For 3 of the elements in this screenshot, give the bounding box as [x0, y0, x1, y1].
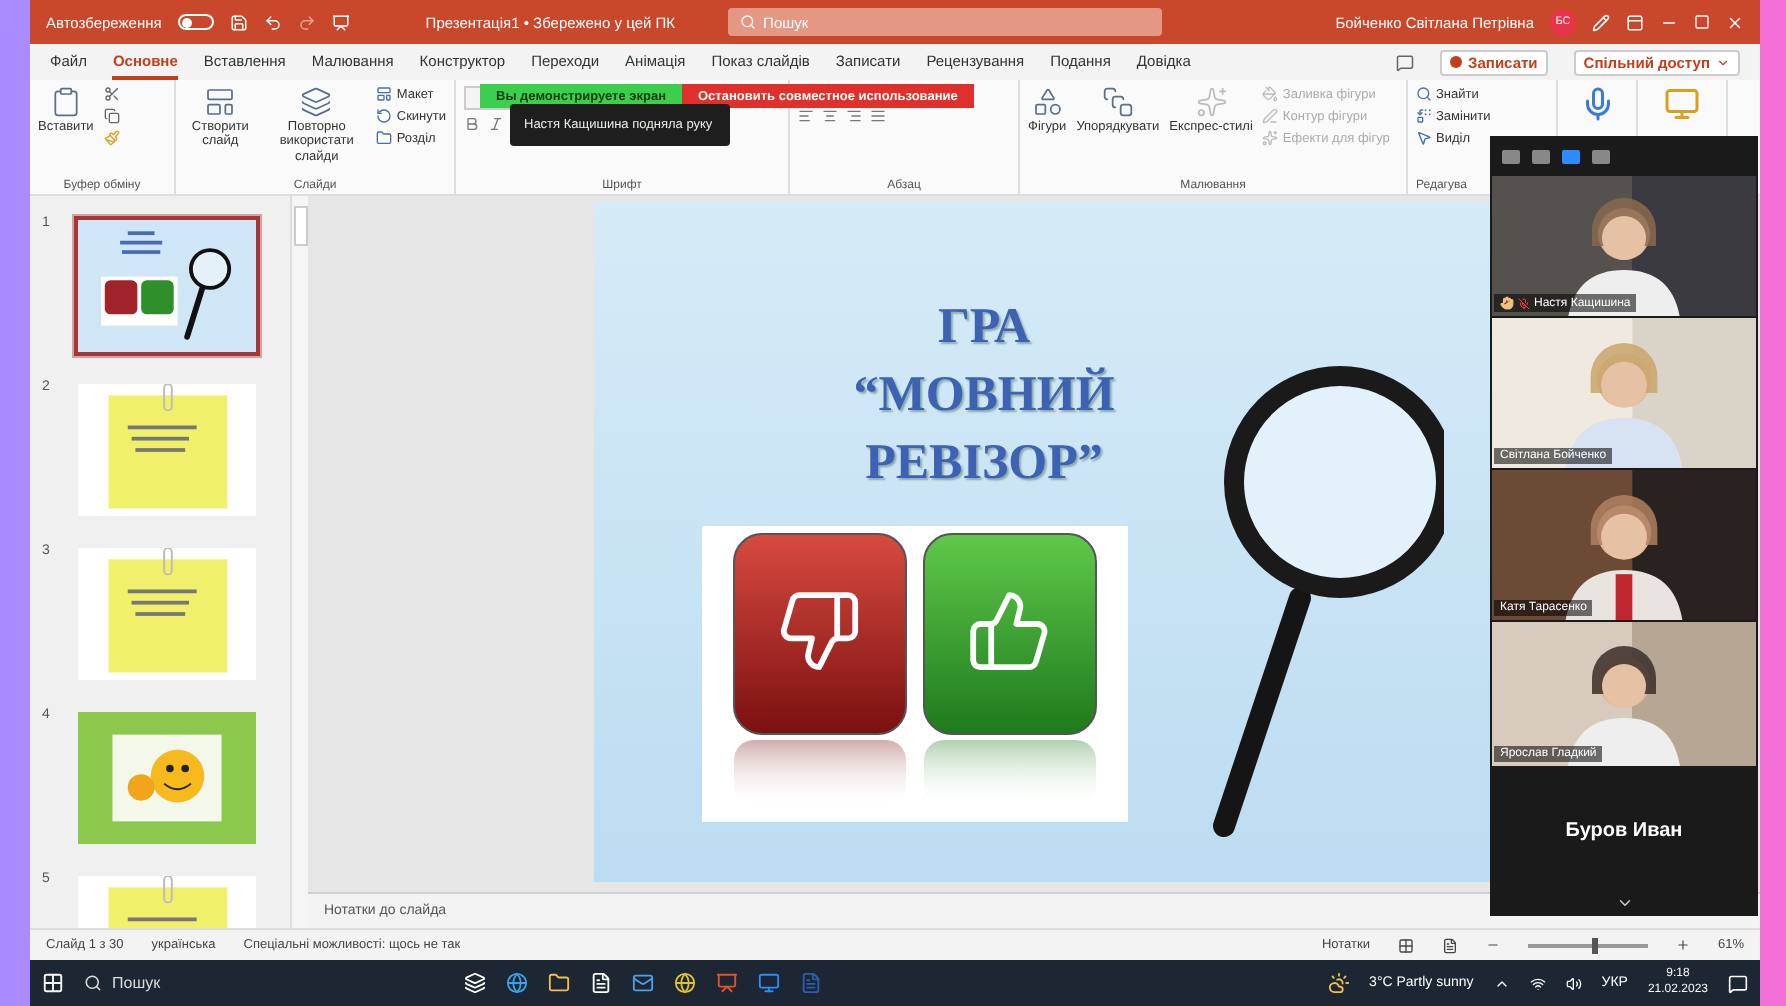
- taskbar-search-field[interactable]: Пошук: [84, 974, 444, 992]
- participant-name: Буров Иван: [1563, 818, 1685, 846]
- slide-title: ГРА “МОВНИЙ РЕВІЗОР”: [851, 298, 1117, 494]
